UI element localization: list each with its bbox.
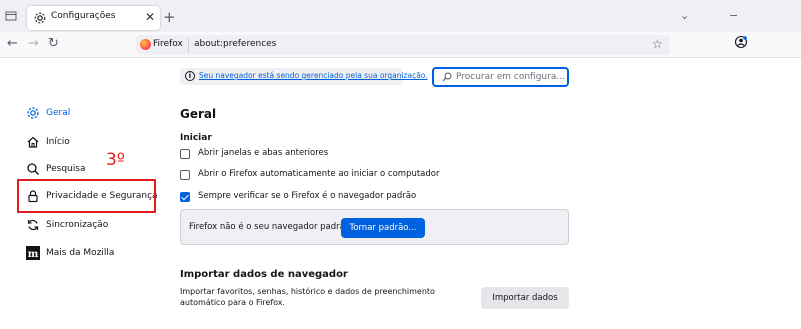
- forward-icon[interactable]: →: [28, 36, 39, 51]
- minimize-button[interactable]: −: [729, 9, 738, 22]
- settings-search[interactable]: [432, 67, 569, 87]
- checkbox-box[interactable]: [180, 170, 190, 180]
- info-icon: i: [185, 71, 195, 81]
- new-tab-button[interactable]: +: [163, 8, 176, 26]
- svg-text:m: m: [28, 249, 39, 260]
- import-description: Importar favoritos, senhas, histórico e …: [180, 287, 435, 307]
- checkbox-label: Abrir janelas e abas anteriores: [198, 148, 329, 158]
- sync-icon: [27, 219, 39, 231]
- page-title: Geral: [180, 107, 217, 121]
- tab-list-icon[interactable]: [4, 10, 18, 24]
- default-browser-box: Firefox não é o seu navegador padrão Tor…: [180, 209, 569, 245]
- reload-icon[interactable]: ↻: [48, 36, 59, 51]
- tab-title: Configurações: [51, 11, 116, 21]
- checkbox-label: Sempre verificar se o Firefox é o navega…: [198, 191, 417, 201]
- import-data-button[interactable]: Importar dados: [481, 287, 569, 309]
- home-icon: [27, 136, 39, 148]
- back-icon[interactable]: ←: [7, 36, 18, 51]
- navigation-bar: ← → ↻ Firefox about:preferences ☆: [0, 32, 801, 58]
- startup-heading: Iniciar: [180, 133, 212, 143]
- sidebar-item-label: Sincronização: [46, 220, 109, 230]
- sidebar-item-label: Início: [46, 137, 70, 147]
- tab-bar: Configurações ✕ + ⌄ −: [0, 0, 801, 32]
- url-divider: [188, 38, 189, 52]
- mozilla-icon: m: [26, 246, 40, 260]
- checkbox-box[interactable]: [180, 149, 190, 159]
- annotation-highlight-box: [17, 179, 156, 213]
- close-icon[interactable]: ✕: [143, 10, 157, 24]
- search-icon: [442, 72, 452, 82]
- managed-banner: i Seu navegador está sendo gerenciado pe…: [180, 68, 428, 85]
- default-browser-text: Firefox não é o seu navegador padrão: [189, 222, 351, 232]
- sidebar-item-label: Mais da Mozilla: [46, 248, 115, 258]
- gear-icon: [27, 107, 39, 119]
- tab-configuracoes[interactable]: Configurações ✕: [27, 6, 160, 30]
- sidebar-item-label: Geral: [46, 108, 71, 118]
- search-icon: [27, 163, 39, 175]
- list-all-tabs-icon[interactable]: ⌄: [680, 9, 689, 22]
- account-icon[interactable]: [734, 35, 748, 49]
- checkbox-label: Abrir o Firefox automaticamente ao inici…: [198, 169, 440, 179]
- checkbox-box[interactable]: [180, 192, 190, 202]
- annotation-step-label: 3º: [106, 150, 125, 170]
- make-default-button[interactable]: Tornar padrão...: [341, 218, 425, 238]
- sidebar-item-label: Pesquisa: [46, 164, 86, 174]
- search-input[interactable]: [456, 70, 564, 84]
- url-identity: Firefox: [153, 39, 183, 49]
- gear-icon: [34, 12, 46, 24]
- bookmark-star-icon[interactable]: ☆: [652, 37, 663, 51]
- url-bar[interactable]: Firefox about:preferences ☆: [136, 35, 670, 55]
- import-heading: Importar dados de navegador: [180, 269, 348, 280]
- firefox-logo-icon: [140, 39, 151, 50]
- managed-link[interactable]: Seu navegador está sendo gerenciado pela…: [199, 71, 428, 80]
- url-text[interactable]: about:preferences: [194, 39, 276, 49]
